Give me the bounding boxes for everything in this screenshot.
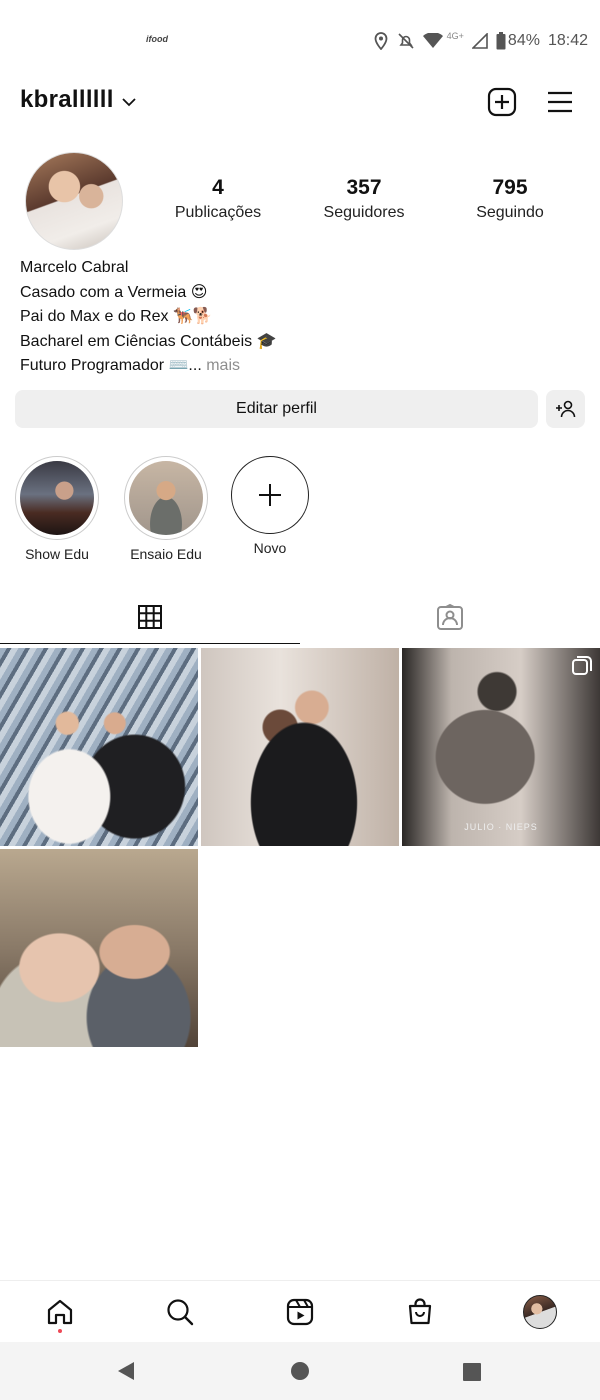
- reels-icon: [286, 1298, 314, 1326]
- home-icon: [47, 1299, 73, 1325]
- bottom-navigation: [0, 1280, 600, 1342]
- home-button[interactable]: [290, 1361, 310, 1386]
- highlight-label: Show Edu: [25, 546, 89, 562]
- battery-icon: [496, 32, 506, 50]
- profile-avatar-small: [523, 1295, 557, 1329]
- grid-icon: [138, 604, 162, 629]
- post-thumbnail[interactable]: [0, 648, 198, 846]
- nav-profile[interactable]: [520, 1295, 560, 1329]
- highlight-ensaio-edu[interactable]: Ensaio Edu: [121, 456, 211, 562]
- plus-icon: [259, 484, 281, 506]
- back-triangle-icon: [118, 1362, 134, 1380]
- system-navigation-bar: [0, 1342, 600, 1400]
- discover-people-button[interactable]: [546, 390, 585, 428]
- post-thumbnail[interactable]: [0, 849, 198, 1047]
- signal-icon: [471, 33, 488, 49]
- nav-search[interactable]: [160, 1295, 200, 1329]
- highlight-label: Ensaio Edu: [130, 546, 202, 562]
- stat-label: Seguidores: [323, 204, 405, 221]
- plus-square-icon: [487, 87, 517, 117]
- location-icon: [373, 32, 389, 50]
- network-type: 4G+: [446, 31, 464, 41]
- back-button[interactable]: [116, 1360, 136, 1387]
- highlight-image: [20, 461, 94, 535]
- shopping-bag-icon: [408, 1298, 432, 1325]
- new-post-button[interactable]: [486, 86, 518, 118]
- tab-tagged[interactable]: [300, 590, 600, 644]
- highlight-label: Novo: [253, 540, 287, 556]
- bio-line: Futuro Programador ⌨️... mais: [20, 354, 580, 379]
- highlight-show-edu[interactable]: Show Edu: [12, 456, 102, 562]
- account-switcher[interactable]: kbrallllll: [20, 86, 136, 114]
- profile-header: kbrallllll: [0, 82, 600, 122]
- stat-following[interactable]: 795 Seguindo: [440, 176, 580, 222]
- username: kbrallllll: [20, 86, 114, 113]
- notification-dot: [58, 1329, 62, 1333]
- notifications-off-icon: [397, 32, 415, 50]
- carousel-icon: [572, 656, 592, 681]
- bio-last-line: Futuro Programador ⌨️...: [20, 357, 202, 374]
- add-person-icon: [555, 400, 575, 418]
- profile-avatar[interactable]: [25, 152, 123, 250]
- profile-bio: Marcelo Cabral Casado com a Vermeia 😍 Pa…: [20, 256, 580, 379]
- bio-line: Pai do Max e do Rex 🐕‍🦺🐕: [20, 308, 213, 325]
- highlight-cover: [15, 456, 99, 540]
- post-thumbnail[interactable]: [201, 648, 399, 846]
- hamburger-icon: [548, 91, 572, 113]
- nav-home[interactable]: [40, 1295, 80, 1333]
- highlight-cover: [124, 456, 208, 540]
- tab-posts-grid[interactable]: [0, 590, 300, 644]
- bio-more-link[interactable]: mais: [202, 357, 240, 374]
- nav-reels[interactable]: [280, 1295, 320, 1329]
- nav-shop[interactable]: [400, 1295, 440, 1329]
- edit-profile-button[interactable]: Editar perfil: [15, 390, 538, 428]
- stat-followers[interactable]: 357 Seguidores: [294, 176, 434, 222]
- status-icons: 4G+ 84% 18:42: [373, 28, 588, 54]
- bio-name: Marcelo Cabral: [20, 259, 129, 276]
- ifood-notification-icon: ifood: [146, 34, 168, 44]
- post-thumbnail[interactable]: JULIO · NIEPS: [402, 648, 600, 846]
- stat-value: 357: [346, 176, 382, 199]
- recents-button[interactable]: [462, 1362, 482, 1387]
- new-highlight-button: [231, 456, 309, 534]
- stat-posts[interactable]: 4 Publicações: [148, 176, 288, 222]
- highlight-new[interactable]: Novo: [225, 456, 315, 556]
- clock: 18:42: [547, 32, 588, 49]
- bio-line: Bacharel em Ciências Contábeis 🎓: [20, 332, 277, 350]
- status-bar: ifood 4G+ 84% 18:42: [0, 0, 600, 80]
- wifi-icon: [422, 33, 443, 49]
- search-icon: [167, 1299, 194, 1326]
- bio-line: Casado com a Vermeia 😍: [20, 283, 208, 301]
- stat-value: 4: [212, 176, 224, 199]
- tagged-person-icon: [437, 603, 463, 630]
- recents-square-icon: [463, 1363, 481, 1381]
- home-circle-icon: [291, 1362, 309, 1380]
- menu-button[interactable]: [544, 86, 576, 118]
- battery-percent: 84%: [507, 32, 540, 49]
- chevron-down-icon: [122, 86, 136, 114]
- stat-value: 795: [492, 176, 528, 199]
- stat-label: Seguindo: [476, 204, 544, 221]
- post-watermark: JULIO · NIEPS: [464, 822, 538, 832]
- highlight-image: [129, 461, 203, 535]
- stat-label: Publicações: [174, 204, 262, 221]
